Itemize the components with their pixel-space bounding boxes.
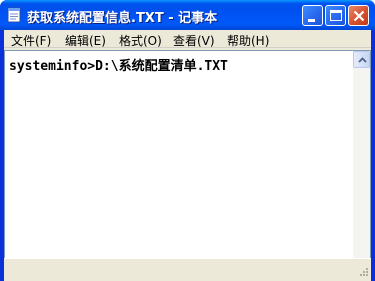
close-button[interactable] — [348, 5, 369, 26]
title-bar[interactable]: 获取系统配置信息.TXT - 记事本 — [0, 0, 375, 30]
notepad-window: 获取系统配置信息.TXT - 记事本 文件(F) 编辑(E) 格式(O) 查看(… — [0, 0, 375, 281]
notepad-icon[interactable] — [7, 7, 21, 23]
vertical-scrollbar[interactable] — [353, 51, 370, 281]
close-icon — [353, 10, 365, 22]
menu-view[interactable]: 查看(V) — [173, 32, 215, 49]
window-client-area: 文件(F) 编辑(E) 格式(O) 查看(V) 帮助(H) systeminfo… — [4, 30, 371, 281]
resize-grip-icon[interactable] — [357, 267, 369, 279]
minimize-button[interactable] — [302, 5, 323, 26]
editor-content[interactable]: systeminfo>D:\系统配置清单.TXT — [9, 55, 228, 74]
menu-format[interactable]: 格式(O) — [119, 32, 162, 49]
text-editor[interactable]: systeminfo>D:\系统配置清单.TXT — [4, 50, 371, 281]
chevron-up-icon — [358, 57, 367, 63]
menu-help[interactable]: 帮助(H) — [227, 32, 269, 49]
maximize-button[interactable] — [325, 5, 346, 26]
maximize-icon — [330, 10, 342, 21]
menu-bar: 文件(F) 编辑(E) 格式(O) 查看(V) 帮助(H) — [4, 30, 371, 48]
menu-file[interactable]: 文件(F) — [11, 32, 51, 49]
status-bar — [4, 258, 371, 281]
window-title: 获取系统配置信息.TXT - 记事本 — [27, 11, 218, 26]
minimize-icon — [308, 19, 315, 22]
scroll-up-button[interactable] — [353, 51, 370, 68]
menu-edit[interactable]: 编辑(E) — [65, 32, 106, 49]
